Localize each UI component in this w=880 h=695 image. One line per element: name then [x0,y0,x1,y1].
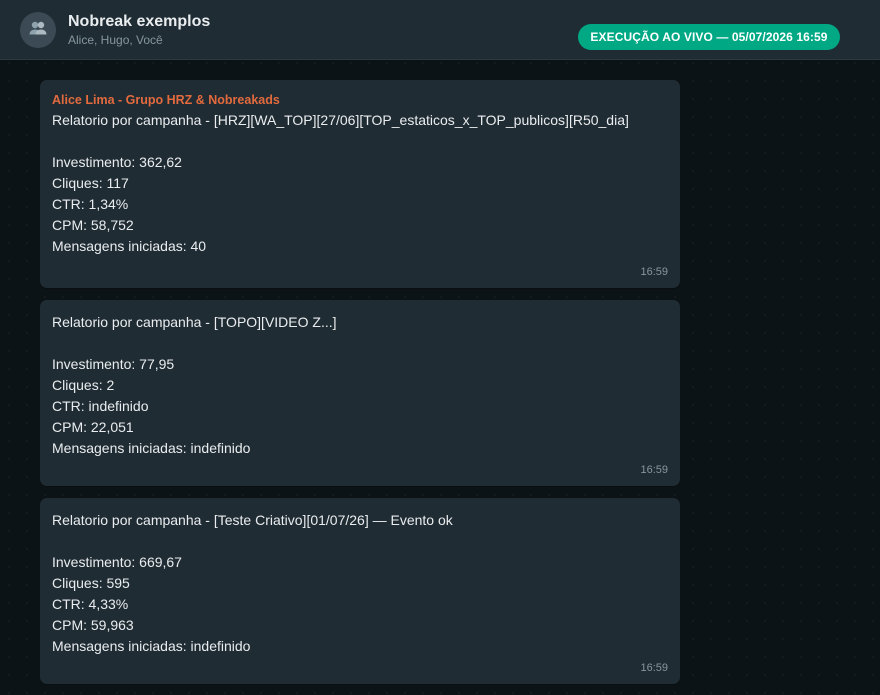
group-avatar[interactable] [20,12,56,48]
campaign-title: Relatorio por campanha - [TOPO][VIDEO Z.… [52,314,337,330]
live-execution-badge: EXECUÇÃO AO VIVO — 05/07/2026 16:59 [578,24,840,50]
clicks-value: Cliques: 595 [52,575,130,591]
group-icon [27,17,49,44]
message-time: 16:59 [640,464,668,476]
campaign-title: Relatorio por campanha - [Teste Criativo… [52,512,453,528]
messages-started-value: Mensagens iniciadas: indefinido [52,638,251,654]
ctr-value: CTR: 4,33% [52,596,129,612]
cpm-value: CPM: 58,752 [52,217,134,233]
clicks-value: Cliques: 117 [52,175,129,191]
chat-title[interactable]: Nobreak exemplos [68,13,210,31]
investment-value: Investimento: 77,95 [52,356,175,372]
ctr-value: CTR: indefinido [52,398,149,414]
message-bubble[interactable]: Relatorio por campanha - [TOPO][VIDEO Z.… [40,300,680,486]
messages-started-value: Mensagens iniciadas: indefinido [52,440,251,456]
chat-participants: Alice, Hugo, Você [68,33,163,47]
message-sender[interactable]: Alice Lima - Grupo HRZ & Nobreakads [52,92,668,110]
message-time: 16:59 [640,266,668,278]
cpm-value: CPM: 59,963 [52,617,134,633]
message-bubble[interactable]: Alice Lima - Grupo HRZ & Nobreakads Rela… [40,80,680,288]
ctr-value: CTR: 1,34% [52,196,129,212]
message-list: Alice Lima - Grupo HRZ & Nobreakads Rela… [40,80,680,684]
clicks-value: Cliques: 2 [52,377,115,393]
messages-started-value: Mensagens iniciadas: 40 [52,238,207,254]
message-time: 16:59 [640,662,668,674]
campaign-title: Relatorio por campanha - [HRZ][WA_TOP][2… [52,112,629,128]
cpm-value: CPM: 22,051 [52,419,134,435]
investment-value: Investimento: 669,67 [52,554,182,570]
investment-value: Investimento: 362,62 [52,154,182,170]
message-bubble[interactable]: Relatorio por campanha - [Teste Criativo… [40,498,680,684]
chat-header: Nobreak exemplos Alice, Hugo, Você EXECU… [0,0,880,60]
